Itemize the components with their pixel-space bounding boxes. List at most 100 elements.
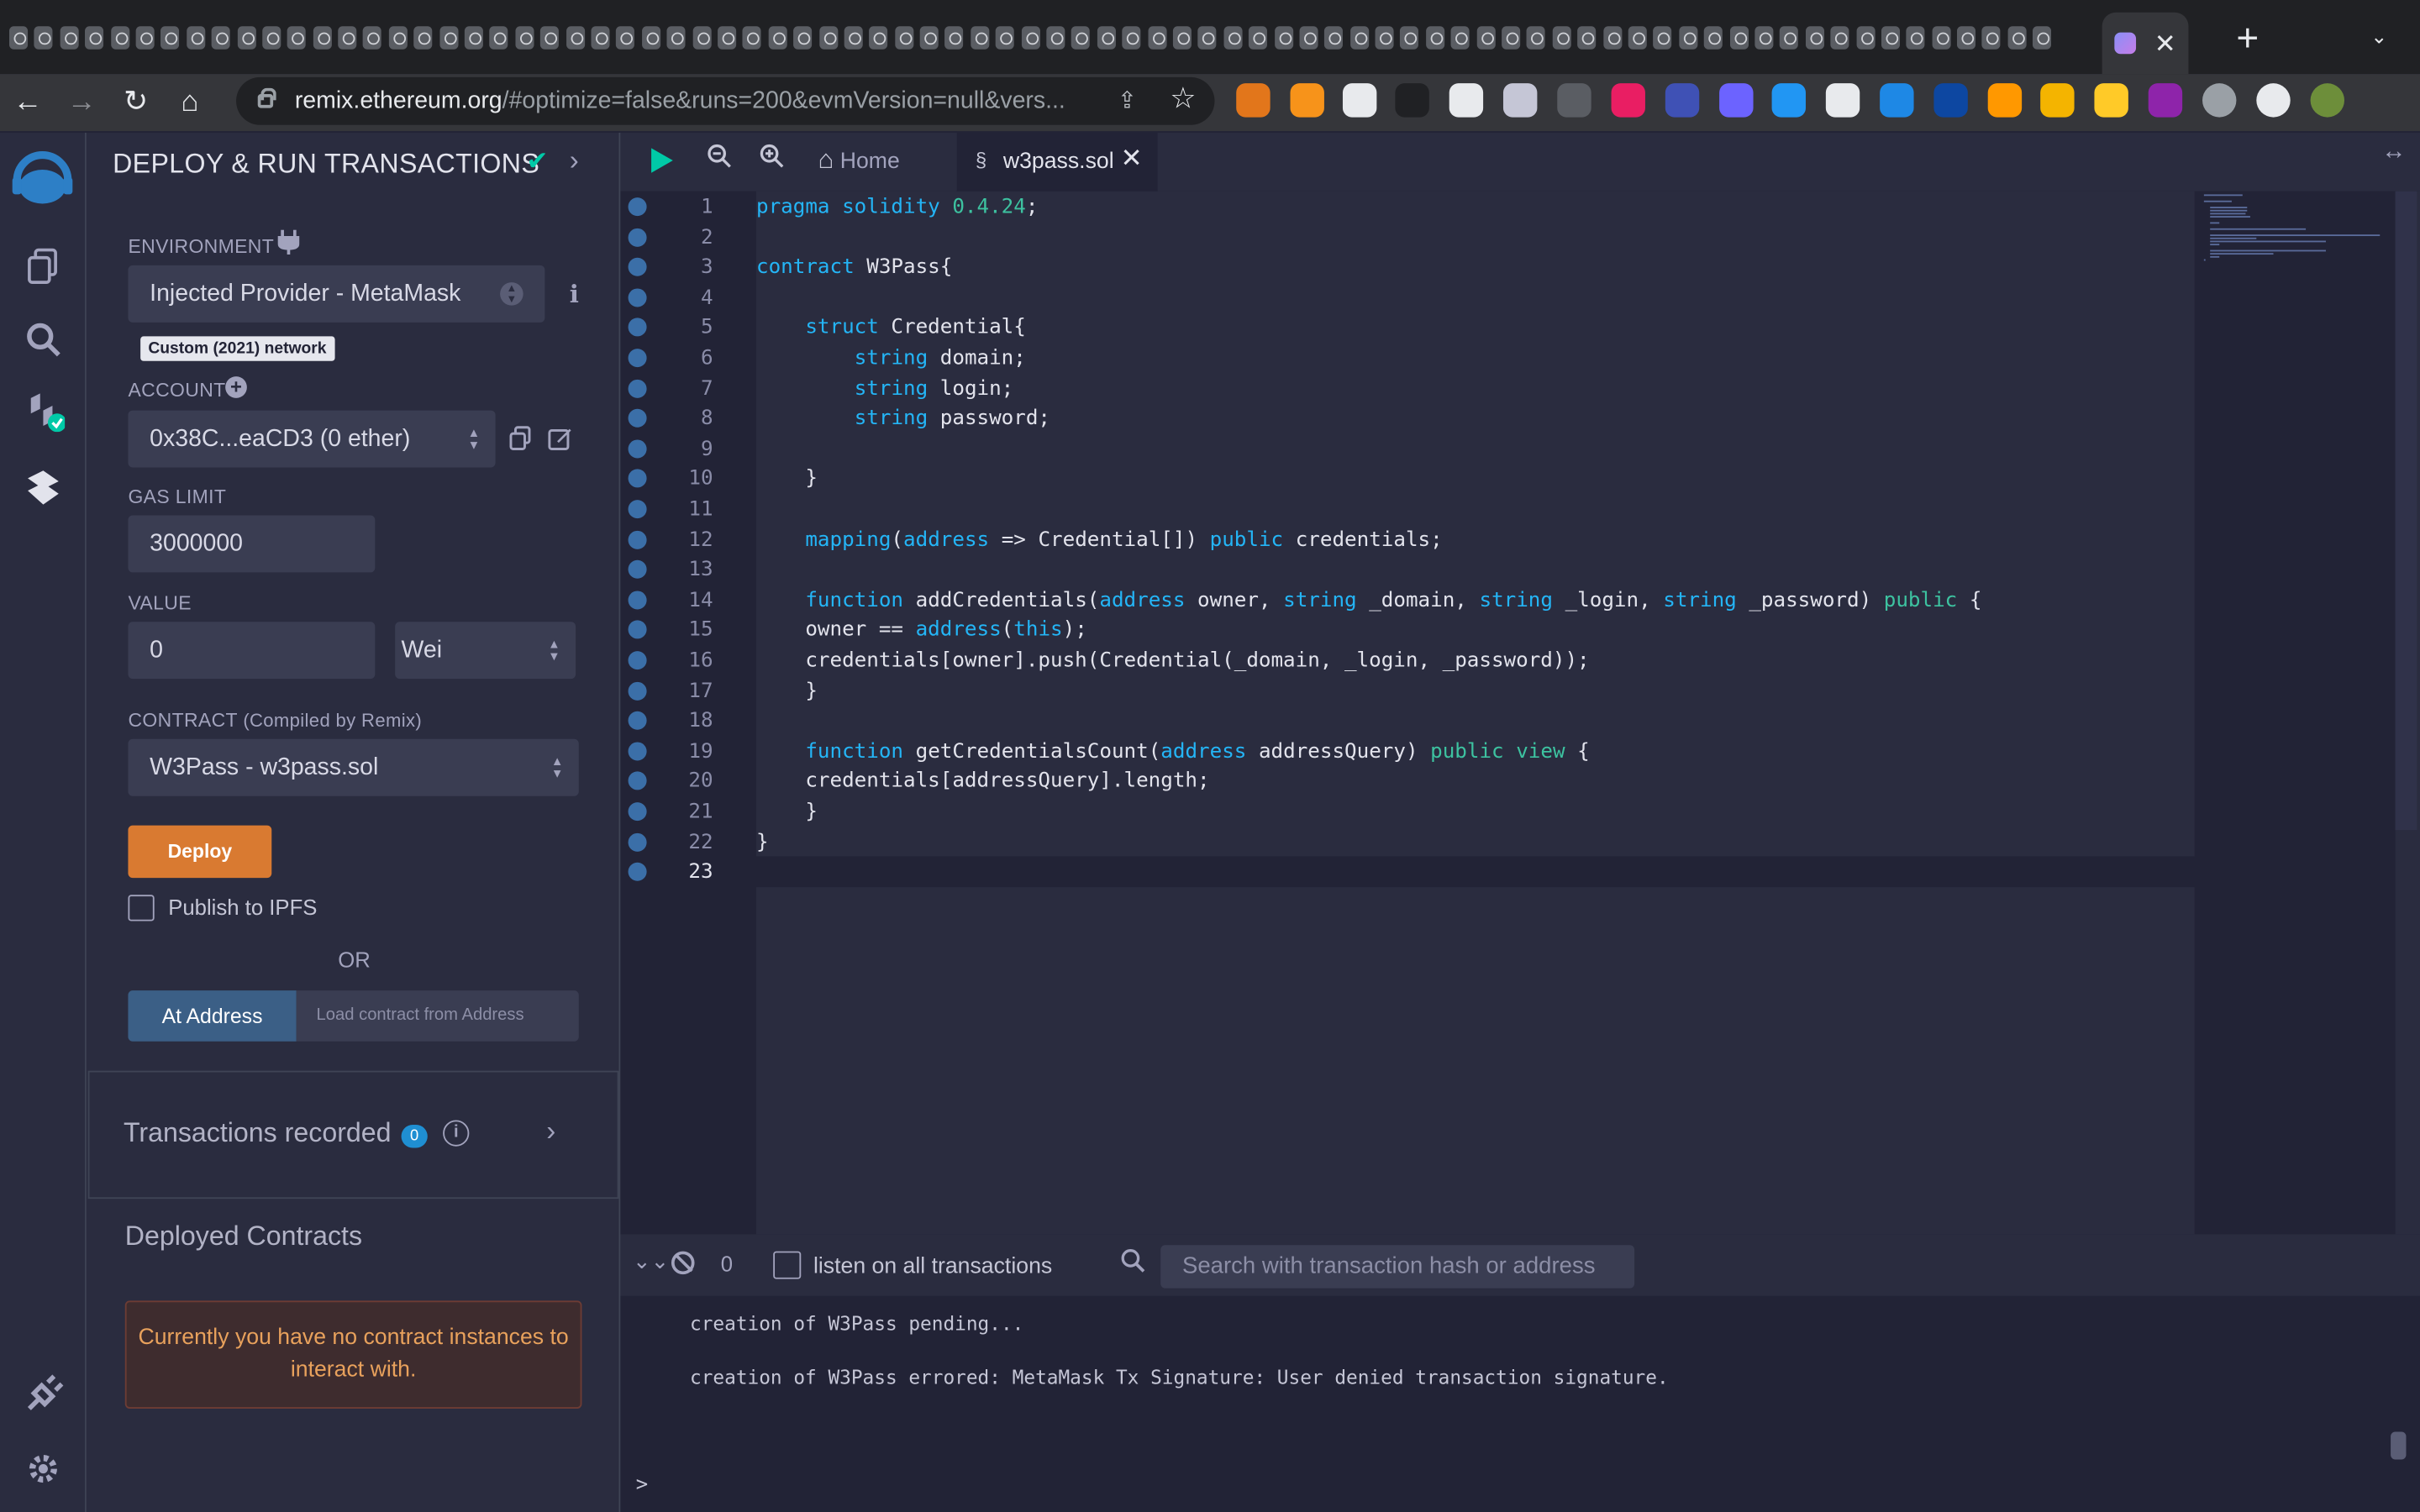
tab-favicon-icon[interactable] — [9, 25, 29, 49]
extension-icon[interactable] — [2202, 83, 2237, 118]
line-gutter[interactable]: 20 — [620, 768, 756, 798]
tab-favicon-icon[interactable] — [944, 25, 964, 49]
tab-favicon-icon[interactable] — [1982, 25, 2002, 49]
tab-favicon-icon[interactable] — [211, 25, 230, 49]
extension-icon[interactable] — [1395, 83, 1429, 118]
tab-favicon-icon[interactable] — [186, 25, 205, 49]
tab-favicon-icon[interactable] — [1754, 25, 1774, 49]
tab-favicon-icon[interactable] — [1957, 25, 1976, 49]
line-gutter[interactable]: 15 — [620, 617, 756, 647]
line-gutter[interactable]: 14 — [620, 586, 756, 617]
tab-favicon-icon[interactable] — [363, 25, 382, 49]
tab-favicon-icon[interactable] — [135, 25, 155, 49]
value-unit-select[interactable]: Wei ▲ ▼ — [395, 622, 576, 680]
line-gutter[interactable]: 11 — [620, 496, 756, 526]
tab-favicon-icon[interactable] — [1223, 25, 1243, 49]
close-icon[interactable]: ✕ — [1120, 144, 1142, 175]
deploy-button[interactable]: Deploy — [128, 825, 272, 879]
line-gutter[interactable]: 19 — [620, 738, 756, 768]
tab-favicon-icon[interactable] — [971, 25, 990, 49]
line-gutter[interactable]: 6 — [620, 344, 756, 375]
clear-console-icon[interactable] — [671, 1251, 695, 1275]
chevron-right-icon[interactable]: › — [570, 145, 579, 178]
scrollbar-thumb[interactable] — [2395, 191, 2417, 831]
transactions-recorded-section[interactable]: Transactions recorded 0 i › — [87, 1070, 619, 1200]
tab-favicon-icon[interactable] — [287, 25, 307, 49]
tab-favicon-icon[interactable] — [1577, 25, 1597, 49]
breakpoint-dot-icon[interactable] — [628, 197, 647, 217]
breakpoint-dot-icon[interactable] — [628, 651, 647, 670]
tab-favicon-icon[interactable] — [60, 25, 79, 49]
tab-favicon-icon[interactable] — [1780, 25, 1799, 49]
forward-icon[interactable]: → — [55, 74, 108, 131]
reload-icon[interactable]: ↻ — [109, 74, 161, 131]
zoom-out-icon[interactable] — [707, 144, 731, 168]
tab-favicon-icon[interactable] — [1704, 25, 1723, 49]
tab-favicon-icon[interactable] — [515, 25, 534, 49]
environment-select[interactable]: Injected Provider - MetaMask ▲ ▼ — [128, 265, 545, 323]
tab-favicon-icon[interactable] — [1147, 25, 1166, 49]
tab-favicon-icon[interactable] — [1172, 25, 1192, 49]
tab-favicon-icon[interactable] — [1197, 25, 1218, 49]
tab-favicon-icon[interactable] — [1071, 25, 1091, 49]
line-gutter[interactable]: 10 — [620, 465, 756, 496]
value-input[interactable]: 0 — [128, 622, 376, 680]
extension-icon[interactable] — [1342, 83, 1377, 118]
chevron-down-icon[interactable]: ⌄ — [2370, 24, 2387, 49]
extension-icon[interactable] — [2040, 83, 2075, 118]
tab-favicon-icon[interactable] — [1805, 25, 1824, 49]
tab-favicon-icon[interactable] — [1653, 25, 1672, 49]
breakpoint-dot-icon[interactable] — [628, 318, 647, 338]
tab-home[interactable]: ⌂ Home — [818, 145, 899, 176]
extension-icon[interactable] — [1557, 83, 1591, 118]
tab-favicon-icon[interactable] — [1476, 25, 1496, 49]
tab-favicon-icon[interactable] — [262, 25, 281, 49]
breakpoint-dot-icon[interactable] — [628, 560, 647, 580]
tab-favicon-icon[interactable] — [1830, 25, 1849, 49]
add-account-icon[interactable]: + — [225, 376, 247, 398]
extension-icon[interactable] — [1933, 83, 1968, 118]
tab-favicon-icon[interactable] — [439, 25, 458, 49]
tab-favicon-icon[interactable] — [566, 25, 585, 49]
tab-favicon-icon[interactable] — [1932, 25, 1951, 49]
breakpoint-dot-icon[interactable] — [628, 863, 647, 882]
solidity-compiler-icon[interactable] — [22, 389, 66, 433]
new-tab-button[interactable]: + — [2236, 19, 2259, 59]
publish-ipfs-checkbox[interactable] — [128, 895, 155, 921]
line-gutter[interactable]: 17 — [620, 677, 756, 707]
minimap[interactable] — [2194, 191, 2396, 1235]
tab-favicon-icon[interactable] — [1906, 25, 1925, 49]
close-tab-icon[interactable]: ✕ — [2154, 30, 2176, 56]
line-gutter[interactable]: 23 — [620, 858, 756, 889]
extension-icon[interactable] — [2094, 83, 2128, 118]
tab-favicon-icon[interactable] — [490, 25, 509, 49]
tab-favicon-icon[interactable] — [1021, 25, 1040, 49]
tab-favicon-icon[interactable] — [1375, 25, 1394, 49]
extension-icon[interactable] — [1502, 83, 1538, 118]
breakpoint-dot-icon[interactable] — [628, 470, 647, 489]
line-gutter[interactable]: 12 — [620, 526, 756, 556]
line-gutter[interactable]: 16 — [620, 647, 756, 677]
tab-favicon-icon[interactable] — [313, 25, 332, 49]
tab-favicon-icon[interactable] — [540, 25, 560, 49]
contract-select[interactable]: W3Pass - w3pass.sol ▲ ▼ — [128, 738, 579, 796]
tab-favicon-icon[interactable] — [388, 25, 408, 49]
tab-favicon-icon[interactable] — [768, 25, 787, 49]
line-gutter[interactable]: 9 — [620, 435, 756, 465]
breakpoint-dot-icon[interactable] — [628, 802, 647, 822]
tab-favicon-icon[interactable] — [1425, 25, 1444, 49]
tab-favicon-icon[interactable] — [2007, 25, 2027, 49]
tab-favicon-icon[interactable] — [1502, 25, 1521, 49]
collapse-terminal-icon[interactable]: ⌄⌄ — [633, 1248, 669, 1274]
tab-favicon-icon[interactable] — [1881, 25, 1900, 49]
breakpoint-dot-icon[interactable] — [628, 500, 647, 519]
terminal-prompt[interactable]: > — [636, 1473, 648, 1497]
tab-favicon-icon[interactable] — [1249, 25, 1268, 49]
breakpoint-dot-icon[interactable] — [628, 530, 647, 549]
tab-favicon-icon[interactable] — [692, 25, 711, 49]
back-icon[interactable]: ← — [2, 74, 54, 131]
listen-all-checkbox[interactable] — [773, 1251, 802, 1279]
line-gutter[interactable]: 13 — [620, 556, 756, 586]
tab-favicon-icon[interactable] — [1855, 25, 1875, 49]
breakpoint-dot-icon[interactable] — [628, 409, 647, 428]
